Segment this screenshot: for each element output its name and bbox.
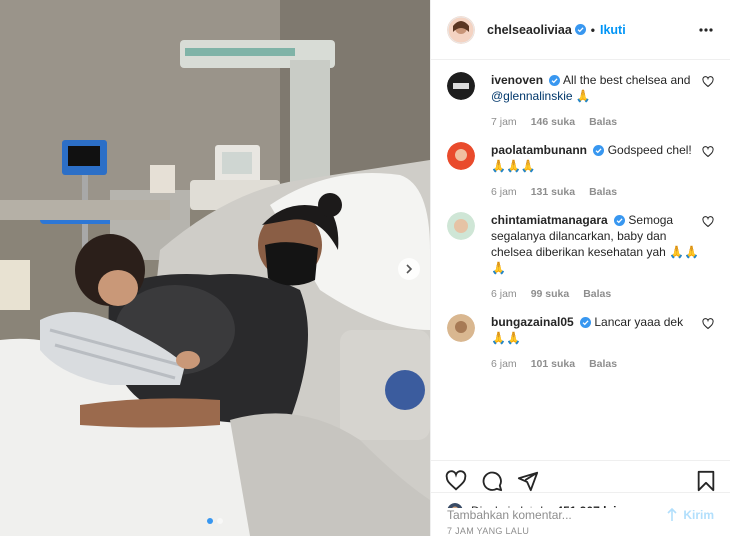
more-options-icon[interactable] [698,22,714,38]
comment-bubble-icon[interactable] [481,470,503,492]
header-separator: • [590,22,595,37]
commenter-username[interactable]: ivenoven [491,73,543,87]
carousel-indicator [0,518,430,524]
post-photo[interactable] [0,0,430,536]
post-header: chelseaoliviaa • Ikuti [431,0,730,60]
comment-time[interactable]: 7 jam [491,116,517,128]
comment-likes[interactable]: 131 suka [531,186,575,198]
comment-reply-button[interactable]: Balas [589,186,617,198]
comment-mention[interactable]: @glennalinskie [491,89,573,103]
like-heart-icon[interactable] [445,469,467,492]
comment-reply-button[interactable]: Balas [589,358,617,370]
comment-input[interactable] [447,507,666,522]
commenter-avatar-image [447,142,475,170]
share-paper-plane-icon[interactable] [517,470,539,492]
comment-likes[interactable]: 99 suka [531,288,570,300]
commenter-username[interactable]: bungazainal05 [491,315,574,329]
author-avatar[interactable] [447,15,475,44]
commenter-username[interactable]: paolatambunann [491,143,587,157]
comment-text: ivenoven All the best chelsea and @glenn… [491,72,701,104]
comments-list[interactable]: ivenoven All the best chelsea and @glenn… [431,60,730,460]
author-avatar-image [447,15,475,44]
commenter-avatar[interactable] [447,72,475,100]
heart-icon[interactable] [702,318,714,330]
follow-button[interactable]: Ikuti [600,23,626,37]
comment-body: Godspeed chel! [607,143,692,157]
commenter-avatar-image [447,212,475,240]
comment-meta: 6 jam 99 suka Balas [491,288,701,300]
comment-item: bungazainal05 Lancar yaaa dek 🙏🙏 6 jam 1… [447,314,714,370]
commenter-avatar[interactable] [447,314,475,342]
commenter-avatar[interactable] [447,142,475,170]
comment-time[interactable]: 6 jam [491,358,517,370]
comment-meta: 6 jam 131 suka Balas [491,186,701,198]
carousel-dot [217,518,223,524]
verified-badge-icon [574,24,586,35]
comment-emoji: 🙏🙏 [491,331,521,345]
commenter-username[interactable]: chintamiatmanagara [491,213,608,227]
comment-item: chintamiatmanagara Semoga segalanya dila… [447,212,714,300]
comment-reply-button[interactable]: Balas [589,116,617,128]
commenter-avatar-image [447,314,475,342]
send-label: Kirim [683,507,714,522]
send-arrow-icon [667,507,677,521]
comment-body: All the best chelsea and [563,73,691,87]
chevron-right-icon [406,264,413,274]
comment-meta: 7 jam 146 suka Balas [491,116,701,128]
comment-likes[interactable]: 101 suka [531,358,575,370]
verified-badge-icon [593,145,605,157]
verified-badge-icon [614,215,626,227]
send-comment-button[interactable]: Kirim [665,507,714,522]
comment-text: paolatambunann Godspeed chel! 🙏🙏🙏 [491,142,701,174]
comment-body: Lancar yaaa dek [594,315,684,329]
carousel-dot-active [207,518,213,524]
comment-time[interactable]: 6 jam [491,186,517,198]
heart-icon[interactable] [702,146,714,158]
hospital-scene-image [0,0,430,536]
post-side-panel: chelseaoliviaa • Ikuti ivenoven All the … [430,0,730,536]
instagram-post-view: chelseaoliviaa • Ikuti ivenoven All the … [0,0,730,536]
heart-icon[interactable] [702,216,714,228]
comment-emoji: 🙏 [575,89,591,103]
comment-text: chintamiatmanagara Semoga segalanya dila… [491,212,701,276]
comment-likes[interactable]: 146 suka [531,116,575,128]
comment-emoji: 🙏🙏🙏 [491,159,536,173]
comment-time[interactable]: 6 jam [491,288,517,300]
bookmark-save-icon[interactable] [696,470,716,492]
comment-meta: 6 jam 101 suka Balas [491,358,701,370]
next-photo-button[interactable] [398,258,420,280]
comment-item: ivenoven All the best chelsea and @glenn… [447,72,714,128]
author-username[interactable]: chelseaoliviaa [487,23,572,37]
heart-icon[interactable] [702,76,714,88]
verified-badge-icon [549,75,561,87]
comment-reply-button[interactable]: Balas [583,288,611,300]
commenter-avatar-image [447,72,475,100]
comment-item: paolatambunann Godspeed chel! 🙏🙏🙏 6 jam … [447,142,714,198]
add-comment-bar: Kirim [431,492,730,536]
verified-badge-icon [580,317,592,329]
commenter-avatar[interactable] [447,212,475,240]
comment-text: bungazainal05 Lancar yaaa dek 🙏🙏 [491,314,701,346]
